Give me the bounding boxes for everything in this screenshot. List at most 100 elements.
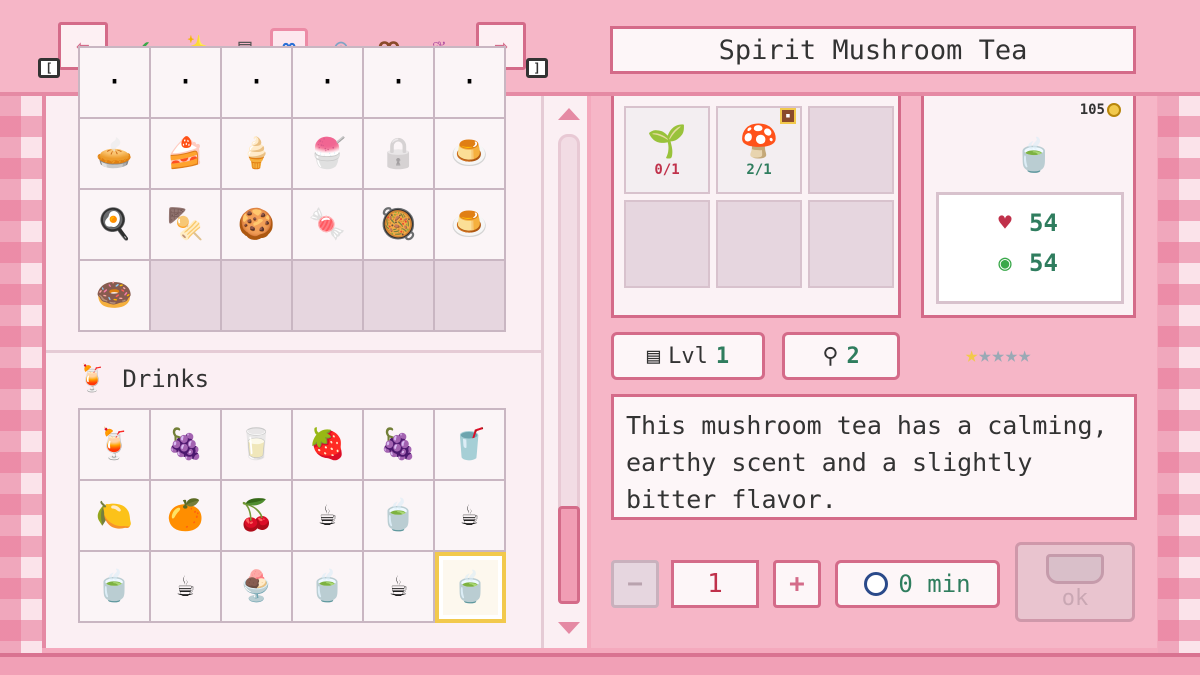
recipe-icon: 🍵 <box>379 498 418 533</box>
empty-ingredient-slot <box>808 106 894 194</box>
recipe-slot[interactable]: 🍒 <box>222 481 293 552</box>
scroll-up-arrow[interactable] <box>558 108 580 120</box>
section-divider <box>46 350 541 353</box>
recipe-slot[interactable]: ☕ <box>364 552 435 623</box>
recipe-icon: 🥤 <box>450 427 489 462</box>
recipe-slot[interactable]: 🍪 <box>222 190 293 261</box>
scroll-down-arrow[interactable] <box>558 622 580 634</box>
recipe-slot[interactable]: ☕ <box>293 481 364 552</box>
empty-ingredient-slot <box>716 200 802 288</box>
increase-quantity-button[interactable]: + <box>773 560 821 608</box>
recipe-slot[interactable]: · <box>293 48 364 119</box>
recipe-slot[interactable]: · <box>80 48 151 119</box>
cook-ok-button[interactable]: ok <box>1015 542 1135 622</box>
recipe-slot[interactable]: 🍓 <box>293 410 364 481</box>
recipe-slot[interactable]: · <box>151 48 222 119</box>
recipe-icon: 🍋 <box>95 498 134 533</box>
star-filled-icon: ★ <box>965 343 979 368</box>
quantity-field[interactable]: 1 <box>671 560 759 608</box>
recipe-slot[interactable]: 🍵 <box>435 552 506 623</box>
recipe-slot[interactable]: 🍩 <box>80 261 151 332</box>
recipe-slot[interactable]: 🍦 <box>222 119 293 190</box>
recipe-icon: ☕ <box>389 569 408 604</box>
next-key-hint: ] <box>526 58 548 78</box>
recipe-icon: 🍬 <box>308 207 347 242</box>
recipe-slot[interactable]: 🍮 <box>435 190 506 261</box>
decrease-quantity-button[interactable]: − <box>611 560 659 608</box>
tea-cup-icon: 🍵 <box>1014 136 1054 174</box>
recipe-slot[interactable]: 🍇 <box>151 410 222 481</box>
recipe-slot[interactable]: ☕ <box>435 481 506 552</box>
stove-level-pill: ▤ Lvl 1 <box>611 332 765 380</box>
recipe-slot[interactable]: 🍮 <box>435 119 506 190</box>
energy-stat: ◉ 54 <box>991 243 1121 283</box>
recipe-slot[interactable]: 🍹 <box>80 410 151 481</box>
star-empty-icon: ★ <box>1018 343 1032 368</box>
recipe-detail-panel: 🌱 0/1 🍄 2/1 ▪ 105 🍵 ♥ 54 ◉ 54 ▤ Lvl 1 ⚲ 2 ★★… <box>591 96 1157 648</box>
prev-key-hint: [ <box>38 58 60 78</box>
recipe-icon: 🍳 <box>95 207 134 242</box>
recipe-icon: · <box>176 65 195 100</box>
level-value: 1 <box>715 343 730 369</box>
energy-icon: ◉ <box>998 250 1012 276</box>
recipe-slot[interactable]: 🥧 <box>80 119 151 190</box>
health-stat: ♥ 54 <box>991 203 1121 243</box>
star-empty-icon: ★ <box>991 343 1005 368</box>
recipe-icon: 🍇 <box>379 427 418 462</box>
scroll-thumb[interactable] <box>558 506 580 604</box>
recipe-slot[interactable]: 🍵 <box>80 552 151 623</box>
health-value: 54 <box>1029 209 1058 237</box>
recipe-list-scrollbar[interactable] <box>541 96 587 648</box>
locked-recipe-slot[interactable]: 🔒 <box>364 119 435 190</box>
empty-recipe-slot <box>222 261 293 332</box>
recipe-slot[interactable]: 🥤 <box>435 410 506 481</box>
recipe-slot[interactable]: 🍬 <box>293 190 364 261</box>
recipe-slot[interactable]: 🍵 <box>293 552 364 623</box>
dish-stats-box: 105 🍵 ♥ 54 ◉ 54 <box>921 96 1136 318</box>
recipe-icon: 🥧 <box>95 136 134 171</box>
food-recipe-grid: · · · · · · 🥧 🍰 🍦 🍧 🔒 🍮 🍳 🍢 🍪 🍬 🥘 🍮 🍩 <box>78 46 506 332</box>
tablecloth-right <box>1158 95 1200 655</box>
recipe-slot[interactable]: 🥘 <box>364 190 435 261</box>
cook-time-pill: 0 min <box>835 560 1000 608</box>
recipe-slot[interactable]: · <box>435 48 506 119</box>
price-value: 105 <box>1079 102 1105 118</box>
stove-icon: ▤ <box>646 343 661 369</box>
recipe-slot[interactable]: 🍵 <box>364 481 435 552</box>
recipe-slot[interactable]: · <box>222 48 293 119</box>
recipe-slot[interactable]: 🍨 <box>222 552 293 623</box>
recipe-icon: 🍊 <box>166 498 205 533</box>
recipe-icon: 🍦 <box>237 136 276 171</box>
clock-icon <box>864 572 889 596</box>
recipe-slot[interactable]: 🍇 <box>364 410 435 481</box>
difficulty-stars: ★★★★★ <box>965 343 1031 368</box>
recipe-icon: 🍒 <box>237 498 276 533</box>
ingredient-count: 2/1 <box>746 162 772 178</box>
lock-icon: 🔒 <box>379 136 418 171</box>
recipe-slot[interactable]: 🍋 <box>80 481 151 552</box>
recipe-icon: · <box>247 65 266 100</box>
recipe-slot[interactable]: 🍳 <box>80 190 151 261</box>
recipe-slot[interactable]: ☕ <box>151 552 222 623</box>
empty-recipe-slot <box>435 261 506 332</box>
recipe-slot[interactable]: 🍢 <box>151 190 222 261</box>
recipe-slot[interactable]: 🥛 <box>222 410 293 481</box>
recipe-slot[interactable]: 🍊 <box>151 481 222 552</box>
recipe-icon: ☕ <box>176 569 195 604</box>
recipe-description: This mushroom tea has a calming, earthy … <box>611 394 1137 520</box>
ingredient-slot[interactable]: 🌱 0/1 <box>624 106 710 194</box>
recipe-icon: ☕ <box>460 498 479 533</box>
blue-mushroom-icon: 🍄 <box>739 122 779 160</box>
recipe-icon: · <box>389 65 408 100</box>
recipe-slot[interactable]: · <box>364 48 435 119</box>
recipe-slot[interactable]: 🍧 <box>293 119 364 190</box>
empty-recipe-slot <box>293 261 364 332</box>
cook-time-value: 0 min <box>898 570 971 598</box>
utensil-value: 2 <box>846 343 860 369</box>
empty-recipe-slot <box>364 261 435 332</box>
tablecloth-left <box>0 95 42 655</box>
recipe-slot[interactable]: 🍰 <box>151 119 222 190</box>
ingredient-slot[interactable]: 🍄 2/1 ▪ <box>716 106 802 194</box>
drinks-section-header: 🍹 Drinks <box>76 364 209 394</box>
recipe-icon: 🍓 <box>308 427 347 462</box>
